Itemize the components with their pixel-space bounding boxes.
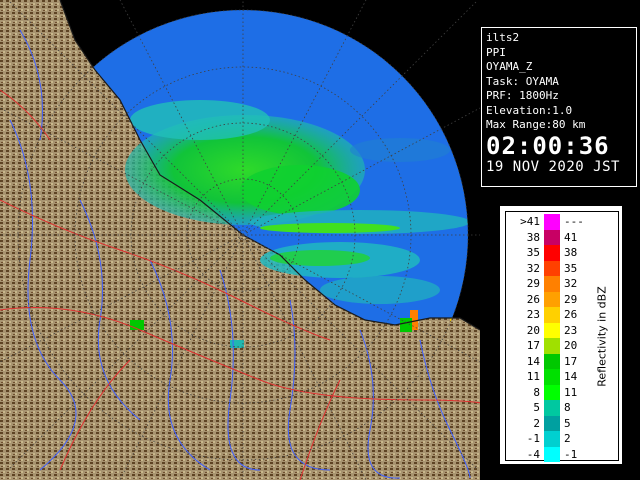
legend-lower-bound: 32 xyxy=(526,261,540,275)
legend-row: 14 17 xyxy=(506,353,596,369)
legend-lower-bound: -4 xyxy=(526,447,540,461)
legend-swatch xyxy=(544,384,560,400)
legend-swatch xyxy=(544,446,560,462)
radar-ppi-map xyxy=(0,0,480,480)
info-panel: ilts2 PPI OYAMA_Z Task: OYAMA PRF: 1800H… xyxy=(481,27,637,187)
scan-type: PPI xyxy=(486,45,506,59)
legend-swatch xyxy=(544,338,560,354)
legend-lower-bound: 26 xyxy=(526,292,540,306)
legend-upper-bound: -1 xyxy=(564,447,578,461)
legend-row: 26 29 xyxy=(506,291,596,307)
legend-row: 58 xyxy=(506,400,596,416)
legend-row: -4 -1 xyxy=(506,446,596,462)
legend-lower-bound: 2 xyxy=(533,416,540,430)
legend-swatch xyxy=(544,245,560,261)
legend-row: 20 23 xyxy=(506,322,596,338)
legend-swatch xyxy=(544,229,560,245)
legend-lower-bound: 11 xyxy=(526,370,540,383)
legend-lower-bound: 35 xyxy=(526,246,540,259)
legend-swatch xyxy=(544,291,560,307)
legend-swatch xyxy=(544,322,560,338)
legend-row: 8 11 xyxy=(506,384,596,400)
legend-row: -1 2 xyxy=(506,431,596,447)
legend-lower-bound: 5 xyxy=(533,401,540,414)
legend-swatch xyxy=(544,276,560,292)
legend-lower-bound: 29 xyxy=(526,277,540,290)
color-legend: >41 --- 38 41 35 38 32 35 29 32 26 29 23 26 20 23 17 20 14… xyxy=(500,206,622,464)
legend-lower-bound: 14 xyxy=(526,354,540,368)
legend-swatch xyxy=(544,260,560,276)
scan-date: 19 NOV 2020 JST xyxy=(486,158,620,175)
legend-lower-bound: 8 xyxy=(533,385,540,399)
legend-swatch xyxy=(544,353,560,369)
max-range-value: Max Range:80 km xyxy=(486,118,586,131)
radar-display: ilts2 PPI OYAMA_Z Task: OYAMA PRF: 1800H… xyxy=(0,0,640,480)
legend-box: >41 --- 38 41 35 38 32 35 29 32 26 29 23 26 20 23 17 20 14… xyxy=(505,211,619,462)
legend-row: 11 14 xyxy=(506,369,596,385)
station-id: ilts2 xyxy=(486,31,520,44)
legend-lower-bound: 38 xyxy=(526,230,540,244)
legend-lower-bound: 17 xyxy=(526,339,540,352)
legend-lower-bound: >41 xyxy=(520,215,540,228)
legend-row: 35 38 xyxy=(506,245,596,261)
legend-upper-bound: 5 xyxy=(564,416,571,430)
prf-value: PRF: 1800Hz xyxy=(486,89,559,102)
legend-swatch xyxy=(544,400,560,416)
legend-lower-bound: 23 xyxy=(526,308,540,321)
legend-upper-bound: 41 xyxy=(564,230,578,244)
legend-title: Reflectivity in dBZ xyxy=(590,262,610,412)
product-name: OYAMA_Z xyxy=(486,60,533,73)
legend-row: 29 32 xyxy=(506,276,596,292)
legend-swatch xyxy=(544,307,560,323)
legend-title-text: Reflectivity in dBZ xyxy=(595,286,609,387)
task-name: Task: OYAMA xyxy=(486,74,559,88)
legend-lower-bound: 20 xyxy=(526,323,540,337)
legend-row: 25 xyxy=(506,415,596,431)
scan-time: 02:00:36 xyxy=(486,131,610,160)
legend-upper-bound: 2 xyxy=(564,432,571,445)
legend-swatch xyxy=(544,415,560,431)
legend-row: >41 --- xyxy=(506,214,596,230)
legend-swatch xyxy=(544,369,560,385)
legend-swatch xyxy=(544,431,560,447)
legend-swatch xyxy=(544,214,560,230)
legend-row: 23 26 xyxy=(506,307,596,323)
legend-upper-bound: 38 xyxy=(564,246,578,259)
legend-row: 32 35 xyxy=(506,260,596,276)
elevation-value: Elevation:1.0 xyxy=(486,103,573,117)
legend-row: 17 20 xyxy=(506,338,596,354)
legend-upper-bound: --- xyxy=(564,215,584,228)
legend-row: 38 41 xyxy=(506,229,596,245)
legend-lower-bound: -1 xyxy=(526,432,540,445)
